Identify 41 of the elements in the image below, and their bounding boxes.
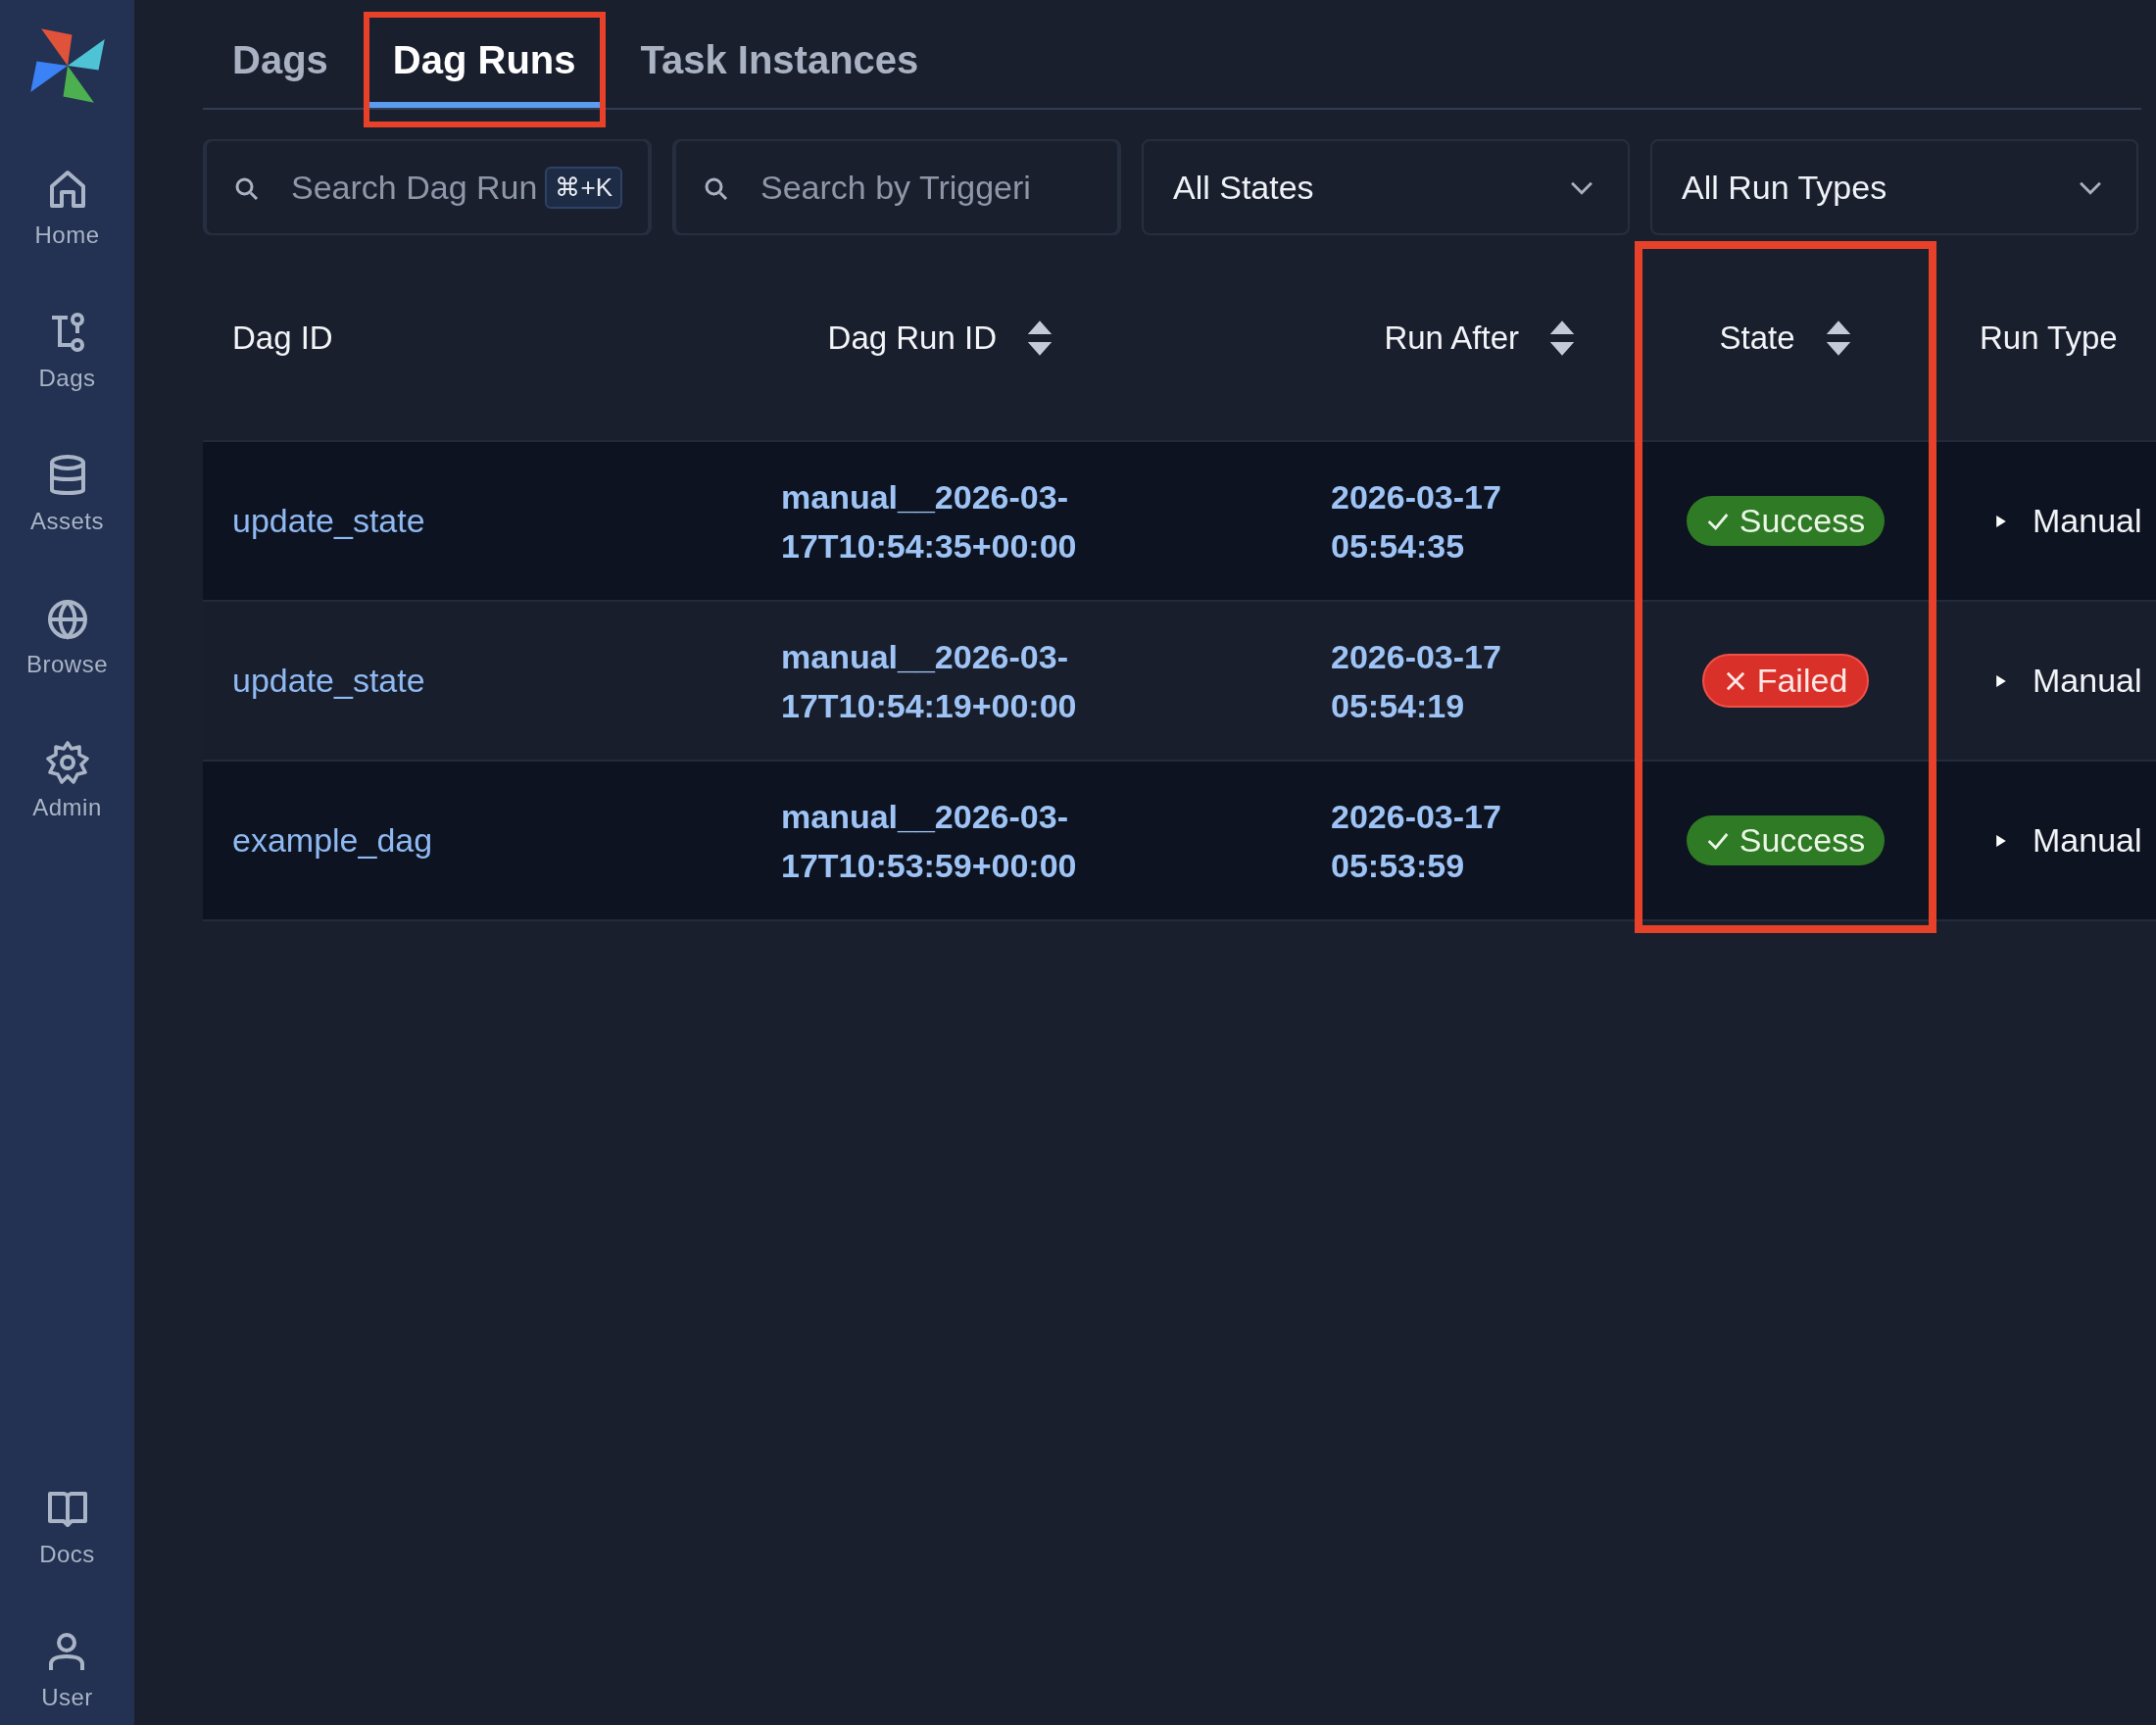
run-type-text: Manual	[2033, 662, 2142, 700]
state-badge: Success	[1686, 496, 1886, 546]
play-icon	[1995, 832, 2007, 849]
sidebar-item[interactable]: Home	[34, 167, 100, 249]
dag-run-id-link[interactable]: manual__2026-03-17T10:54:19+00:00	[781, 631, 1163, 730]
settings-icon	[43, 739, 91, 786]
sidebar-item[interactable]: Browse	[26, 596, 108, 678]
sidebar-item[interactable]: User	[41, 1629, 93, 1711]
sort-icon[interactable]	[1824, 319, 1852, 357]
dag-id-link[interactable]: example_dag	[232, 821, 433, 859]
sort-icon[interactable]	[1548, 319, 1576, 357]
run-type-dropdown[interactable]: All Run Types	[1650, 139, 2138, 235]
sidebar-item[interactable]: Dags	[38, 310, 96, 392]
sidebar-item[interactable]: Docs	[39, 1486, 95, 1568]
column-header[interactable]: Run After	[1384, 319, 1519, 357]
search-field[interactable]: Search by Triggeri	[674, 139, 1119, 235]
state-badge: Failed	[1701, 654, 1870, 708]
column-header: Run Type	[1980, 319, 2118, 357]
dag-run-id-link[interactable]: manual__2026-03-17T10:53:59+00:00	[781, 791, 1163, 890]
tab[interactable]: Task Instances	[616, 18, 943, 108]
dag-id-link[interactable]: update_state	[232, 662, 425, 699]
tab[interactable]: Dag Runs	[368, 18, 600, 108]
state-dropdown[interactable]: All States	[1142, 139, 1630, 235]
shortcut-badge: ⌘+K	[545, 167, 622, 209]
dag-run-id-link[interactable]: manual__2026-03-17T10:54:35+00:00	[781, 471, 1163, 570]
run-type-text: Manual	[2033, 502, 2142, 540]
run-after-time: 2026-03-17 05:53:59	[1331, 796, 1502, 886]
dag-id-link[interactable]: update_state	[232, 502, 425, 539]
column-header[interactable]: State	[1719, 319, 1795, 357]
play-icon	[1995, 672, 2007, 689]
run-after-time: 2026-03-17 05:54:35	[1331, 476, 1502, 567]
column-header[interactable]: Dag Run ID	[827, 319, 997, 357]
play-icon	[1995, 513, 2007, 529]
run-after-time: 2026-03-17 05:54:19	[1331, 636, 1502, 726]
sidebar-item[interactable]: Admin	[32, 739, 102, 821]
column-header: Dag ID	[232, 319, 333, 357]
state-badge: Success	[1686, 815, 1886, 865]
sort-icon[interactable]	[1026, 319, 1054, 357]
run-type-text: Manual	[2033, 821, 2142, 860]
sidebar-item[interactable]: Assets	[30, 453, 104, 535]
tab[interactable]: Dags	[209, 18, 352, 108]
